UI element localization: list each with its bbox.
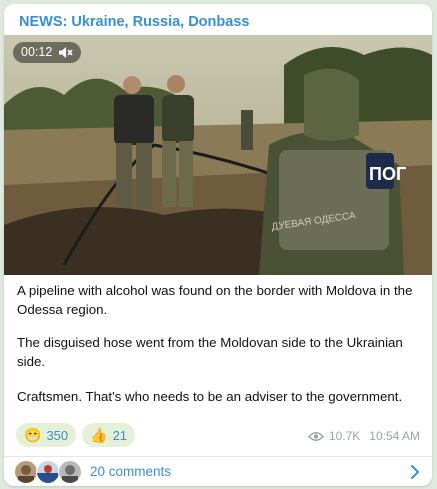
- video-duration-badge[interactable]: 00:12: [13, 42, 82, 63]
- comments-row[interactable]: 20 comments: [4, 457, 432, 486]
- video-player[interactable]: ПОГ ДУЕВАЯ ОДЕССА 00:12: [4, 35, 432, 275]
- reaction-laugh[interactable]: 😁 350: [16, 423, 77, 447]
- message-meta: 10.7K 10:54 AM: [307, 429, 420, 443]
- channel-name[interactable]: NEWS: Ukraine, Russia, Donbass: [19, 14, 249, 30]
- message-bubble: NEWS: Ukraine, Russia, Donbass ПОГ ДУЕВА…: [4, 4, 432, 486]
- comments-link[interactable]: 20 comments: [90, 464, 171, 479]
- reaction-count: 350: [46, 427, 69, 443]
- mute-icon[interactable]: [58, 46, 73, 59]
- reaction-count: 21: [112, 427, 128, 443]
- video-duration: 00:12: [21, 45, 53, 59]
- chevron-right-icon[interactable]: [410, 465, 420, 479]
- caption-paragraph-1: A pipeline with alcohol was found on the…: [17, 283, 413, 317]
- vest-patch-text: ПОГ: [369, 164, 406, 184]
- views-eye-icon: [307, 431, 324, 441]
- view-count: 10.7K: [328, 429, 361, 443]
- reactions-bar: 😁 350 👍 21: [16, 423, 136, 447]
- caption-paragraph-3: Craftsmen. That's who needs to be an adv…: [17, 389, 403, 404]
- laugh-emoji-icon: 😁: [24, 427, 42, 443]
- avatar: [36, 460, 60, 484]
- message-time: 10:54 AM: [369, 429, 420, 443]
- avatar: [58, 460, 82, 484]
- thumbs-up-emoji-icon: 👍: [90, 427, 108, 443]
- caption-paragraph-2: The disguised hose went from the Moldova…: [17, 335, 403, 369]
- avatar: [14, 460, 38, 484]
- reaction-thumbs-up[interactable]: 👍 21: [82, 423, 136, 447]
- video-frame: ПОГ ДУЕВАЯ ОДЕССА: [4, 35, 432, 275]
- commenter-avatars: [14, 460, 82, 484]
